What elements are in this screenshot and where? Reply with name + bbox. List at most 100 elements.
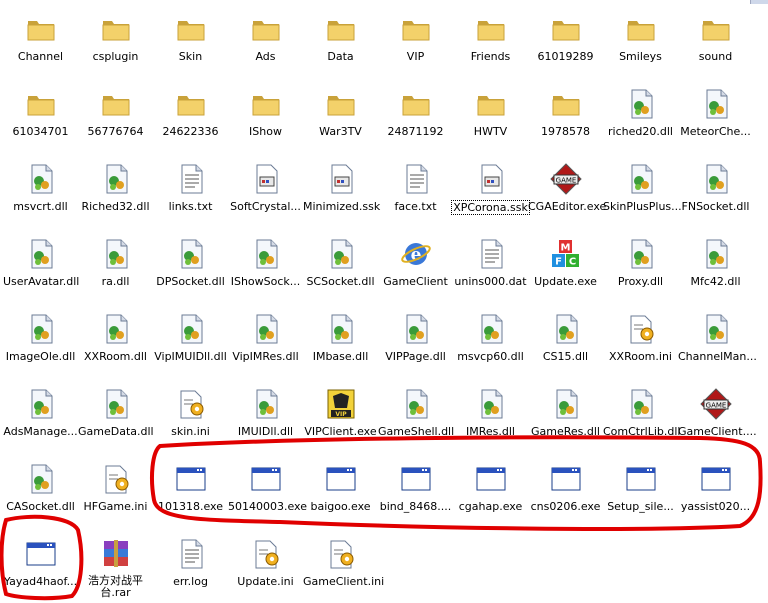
file-item-folder[interactable]: Skin: [153, 3, 228, 78]
file-item-exe[interactable]: 50140003.exe: [228, 453, 307, 528]
file-name-label: ComCtrlLib.dll: [603, 425, 681, 438]
file-item-exe[interactable]: cns0206.exe: [528, 453, 603, 528]
file-item-folder[interactable]: Data: [303, 3, 378, 78]
file-item-ie[interactable]: e GameClient: [378, 228, 453, 303]
file-name-label: csplugin: [92, 50, 139, 63]
file-item-dll[interactable]: VipIMRes.dll: [228, 303, 303, 378]
ini-icon: [325, 538, 357, 570]
dll-icon: [550, 388, 582, 420]
file-name-label: GameClient.ini: [303, 575, 385, 588]
file-item-folder[interactable]: Ads: [228, 3, 303, 78]
file-item-dll[interactable]: DPSocket.dll: [153, 228, 228, 303]
file-item-folder[interactable]: VIP: [378, 3, 453, 78]
file-item-dll[interactable]: SkinPlusPlus...: [603, 153, 682, 228]
file-item-folder[interactable]: 61034701: [3, 78, 78, 153]
file-item-exe[interactable]: 101318.exe: [153, 453, 228, 528]
file-name-label: War3TV: [319, 125, 362, 138]
file-item-exe[interactable]: Yayad4haof...: [3, 528, 78, 603]
file-item-dll[interactable]: ChannelMan...: [678, 303, 757, 378]
file-item-vip[interactable]: VIP VIPClient.exe: [303, 378, 378, 453]
dll-icon: [100, 313, 132, 345]
file-item-dll[interactable]: ImageOle.dll: [3, 303, 78, 378]
file-item-folder[interactable]: 24622336: [153, 78, 228, 153]
file-item-game[interactable]: GAME CGAEditor.exe: [528, 153, 606, 228]
file-item-txt[interactable]: links.txt: [153, 153, 228, 228]
file-item-dat[interactable]: unins000.dat: [453, 228, 528, 303]
file-item-dll[interactable]: IShowSock...: [228, 228, 303, 303]
file-item-folder[interactable]: 61019289: [528, 3, 603, 78]
file-name-label: XPCorona.ssk: [451, 200, 530, 215]
file-name-label: Proxy.dll: [617, 275, 664, 288]
scrollbar[interactable]: [750, 0, 768, 4]
file-item-dll[interactable]: msvcp60.dll: [453, 303, 528, 378]
file-item-ini[interactable]: Update.ini: [228, 528, 303, 603]
file-name-label: DPSocket.dll: [156, 275, 225, 288]
file-item-dll[interactable]: CS15.dll: [528, 303, 603, 378]
file-item-dll[interactable]: FNSocket.dll: [678, 153, 753, 228]
file-item-ini[interactable]: GameClient.ini: [303, 528, 385, 603]
file-item-exe[interactable]: bind_8468....: [378, 453, 453, 528]
file-item-folder[interactable]: IShow: [228, 78, 303, 153]
file-item-dll[interactable]: MeteorChe...: [678, 78, 753, 153]
file-name-label: unins000.dat: [454, 275, 527, 288]
file-item-skin[interactable]: SoftCrystal...: [228, 153, 303, 228]
file-item-rar[interactable]: 浩方对战平台.rar: [78, 528, 153, 603]
file-item-dll[interactable]: UserAvatar.dll: [3, 228, 79, 303]
file-item-folder[interactable]: HWTV: [453, 78, 528, 153]
file-item-folder[interactable]: sound: [678, 3, 753, 78]
file-item-dll[interactable]: CASocket.dll: [3, 453, 78, 528]
file-name-label: Smileys: [619, 50, 662, 63]
file-item-folder[interactable]: 24871192: [378, 78, 453, 153]
file-item-dll[interactable]: Proxy.dll: [603, 228, 678, 303]
file-item-folder[interactable]: 56776764: [78, 78, 153, 153]
file-item-exe[interactable]: baigoo.exe: [303, 453, 378, 528]
file-name-label: IShowSock...: [230, 275, 301, 288]
file-item-dll[interactable]: GameRes.dll: [528, 378, 603, 453]
dll-icon: [625, 388, 657, 420]
file-item-folder[interactable]: Friends: [453, 3, 528, 78]
file-item-dll[interactable]: ra.dll: [78, 228, 153, 303]
dll-icon: [250, 238, 282, 270]
file-item-dll[interactable]: IMbase.dll: [303, 303, 378, 378]
file-item-mfc[interactable]: M F C Update.exe: [528, 228, 603, 303]
file-item-folder[interactable]: Channel: [3, 3, 78, 78]
file-item-txt[interactable]: err.log: [153, 528, 228, 603]
file-item-folder[interactable]: Smileys: [603, 3, 678, 78]
folder-icon: [475, 13, 507, 45]
file-item-dll[interactable]: SCSocket.dll: [303, 228, 378, 303]
file-item-dll[interactable]: IMRes.dll: [453, 378, 528, 453]
file-item-dll[interactable]: IMUIDll.dll: [228, 378, 303, 453]
file-item-ini[interactable]: HFGame.ini: [78, 453, 153, 528]
file-item-folder[interactable]: War3TV: [303, 78, 378, 153]
file-item-dll[interactable]: VIPPage.dll: [378, 303, 453, 378]
file-item-folder[interactable]: csplugin: [78, 3, 153, 78]
file-item-dll[interactable]: XXRoom.dll: [78, 303, 153, 378]
exe-icon: [550, 463, 582, 495]
file-item-dll[interactable]: Riched32.dll: [78, 153, 153, 228]
file-item-skin[interactable]: XPCorona.ssk: [451, 153, 530, 228]
file-item-exe[interactable]: yassist020...: [678, 453, 753, 528]
file-item-game[interactable]: GAME GameClient....: [678, 378, 757, 453]
file-item-ini[interactable]: XXRoom.ini: [603, 303, 678, 378]
file-item-txt[interactable]: face.txt: [378, 153, 453, 228]
ini-icon: [250, 538, 282, 570]
file-item-skin[interactable]: Minimized.ssk: [303, 153, 380, 228]
folder-icon: [400, 13, 432, 45]
file-item-folder[interactable]: 1978578: [528, 78, 603, 153]
file-item-dll[interactable]: Mfc42.dll: [678, 228, 753, 303]
file-item-dll[interactable]: AdsManage...: [3, 378, 78, 453]
file-item-dll[interactable]: msvcrt.dll: [3, 153, 78, 228]
file-item-dll[interactable]: riched20.dll: [603, 78, 678, 153]
file-item-dll[interactable]: ComCtrlLib.dll: [603, 378, 681, 453]
folder-icon: [550, 88, 582, 120]
file-item-ini[interactable]: skin.ini: [153, 378, 228, 453]
file-item-exe[interactable]: cgahap.exe: [453, 453, 528, 528]
file-item-dll[interactable]: VipIMUIDll.dll: [153, 303, 228, 378]
file-name-label: ImageOle.dll: [5, 350, 76, 363]
file-item-exe[interactable]: Setup_sile...: [603, 453, 678, 528]
file-item-dll[interactable]: GameShell.dll: [378, 378, 454, 453]
folder-icon: [625, 13, 657, 45]
file-name-label: IMUIDll.dll: [237, 425, 294, 438]
file-item-dll[interactable]: GameData.dll: [78, 378, 154, 453]
file-name-label: ChannelMan...: [678, 350, 757, 363]
